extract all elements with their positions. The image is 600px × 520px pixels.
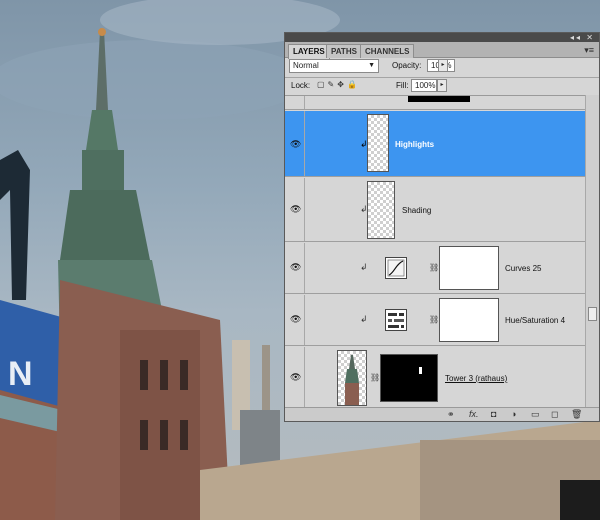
fill-input[interactable]: 100% bbox=[411, 79, 437, 92]
panel-footer: ⚭ fx. ◘ ◑ ▭ ◻ 🗑 bbox=[285, 407, 599, 421]
chevron-down-icon: ▼ bbox=[368, 62, 375, 69]
mask-highlight-shape bbox=[419, 367, 422, 374]
visibility-cell[interactable] bbox=[285, 96, 305, 109]
layer-row-partial[interactable] bbox=[285, 96, 585, 110]
curves-graph-icon bbox=[387, 259, 405, 277]
add-mask-icon[interactable]: ◘ bbox=[491, 409, 496, 419]
layer-name[interactable]: Tower 3 (rathaus) bbox=[445, 374, 507, 383]
visibility-cell[interactable]: 👁 bbox=[285, 243, 305, 293]
visibility-cell[interactable]: 👁 bbox=[285, 295, 305, 345]
layer-row-highlights[interactable]: 👁 ↲ Highlights bbox=[285, 111, 585, 177]
layer-name[interactable]: Highlights bbox=[395, 140, 434, 149]
layers-list: 👁 ↲ Highlights 👁 ↲ Shading 👁 ↲ ⛓ Curves … bbox=[285, 95, 585, 409]
layer-row-shading[interactable]: 👁 ↲ Shading bbox=[285, 178, 585, 242]
layer-row-hue-saturation-4[interactable]: 👁 ↲ ⛓ Hue/Saturation 4 bbox=[285, 295, 585, 346]
new-group-icon[interactable]: ▭ bbox=[531, 409, 540, 420]
layers-scrollbar[interactable] bbox=[585, 95, 599, 409]
eye-icon[interactable]: 👁 bbox=[290, 204, 301, 215]
tab-channels[interactable]: CHANNELS bbox=[360, 44, 415, 58]
layer-style-fx-icon[interactable]: fx. bbox=[469, 409, 479, 419]
divider bbox=[285, 77, 599, 78]
scrollbar-thumb[interactable] bbox=[588, 307, 597, 321]
new-layer-icon[interactable]: ◻ bbox=[551, 409, 558, 420]
layer-row-curves-25[interactable]: 👁 ↲ ⛓ Curves 25 bbox=[285, 243, 585, 294]
visibility-cell[interactable]: 👁 bbox=[285, 178, 305, 241]
tab-paths[interactable]: PATHS bbox=[326, 44, 362, 58]
lock-label: Lock: bbox=[291, 81, 311, 90]
fill-label: Fill: bbox=[396, 81, 409, 90]
link-layers-icon[interactable]: ⚭ bbox=[447, 409, 455, 420]
layer-name[interactable]: Hue/Saturation 4 bbox=[505, 316, 565, 325]
lock-options-icons[interactable]: ▢✎✥🔒 bbox=[317, 80, 360, 89]
adjustment-layer-icon[interactable]: ◑ bbox=[511, 409, 516, 419]
visibility-cell[interactable]: 👁 bbox=[285, 111, 305, 176]
fill-slider-button[interactable]: ▸ bbox=[437, 79, 447, 92]
chain-link-icon[interactable]: ⛓ bbox=[370, 373, 380, 382]
svg-text:N: N bbox=[8, 355, 33, 393]
delete-layer-icon[interactable]: 🗑 bbox=[571, 409, 582, 420]
layer-mask-thumbnail[interactable] bbox=[380, 354, 438, 402]
eye-icon[interactable]: 👁 bbox=[290, 372, 301, 383]
tab-layers[interactable]: LAYERS bbox=[288, 44, 330, 59]
curves-adjustment-icon[interactable] bbox=[385, 257, 407, 279]
layer-thumbnail bbox=[408, 96, 470, 102]
panel-collapse-close-buttons[interactable]: ◂◂ ✕ bbox=[570, 33, 595, 42]
sliders-icon bbox=[388, 312, 404, 329]
panel-title-bar[interactable]: ◂◂ ✕ bbox=[285, 33, 599, 42]
layer-mask-thumbnail[interactable] bbox=[439, 298, 499, 342]
layer-thumbnail[interactable] bbox=[367, 181, 395, 239]
layer-thumbnail[interactable] bbox=[337, 350, 367, 406]
eye-icon[interactable]: 👁 bbox=[290, 139, 301, 150]
clipping-arrow-icon: ↲ bbox=[360, 314, 368, 324]
clipping-arrow-icon: ↲ bbox=[360, 262, 368, 272]
hue-saturation-adjustment-icon[interactable] bbox=[385, 309, 407, 331]
opacity-label: Opacity: bbox=[392, 61, 422, 70]
blend-mode-value: Normal bbox=[293, 61, 319, 70]
tower-thumbnail-image bbox=[345, 355, 359, 405]
blend-mode-select[interactable]: Normal ▼ bbox=[289, 59, 379, 73]
layer-name[interactable]: Shading bbox=[402, 206, 431, 215]
layers-panel: ◂◂ ✕ LAYERS PATHS CHANNELS ▾≡ Normal ▼ O… bbox=[284, 32, 600, 422]
layer-mask-thumbnail[interactable] bbox=[439, 246, 499, 290]
layer-thumbnail[interactable] bbox=[367, 114, 389, 172]
layer-row-tower-3[interactable]: 👁 ⛓ Tower 3 (rathaus) bbox=[285, 347, 585, 409]
opacity-slider-button[interactable]: ▸ bbox=[438, 59, 448, 72]
eye-icon[interactable]: 👁 bbox=[290, 314, 301, 325]
visibility-cell[interactable]: 👁 bbox=[285, 347, 305, 409]
chain-link-icon[interactable]: ⛓ bbox=[429, 315, 439, 324]
layer-name[interactable]: Curves 25 bbox=[505, 264, 541, 273]
panel-menu-icon[interactable]: ▾≡ bbox=[584, 45, 594, 56]
eye-icon[interactable]: 👁 bbox=[290, 262, 301, 273]
chain-link-icon[interactable]: ⛓ bbox=[429, 263, 439, 272]
panel-tab-bar: LAYERS PATHS CHANNELS ▾≡ bbox=[285, 42, 599, 59]
